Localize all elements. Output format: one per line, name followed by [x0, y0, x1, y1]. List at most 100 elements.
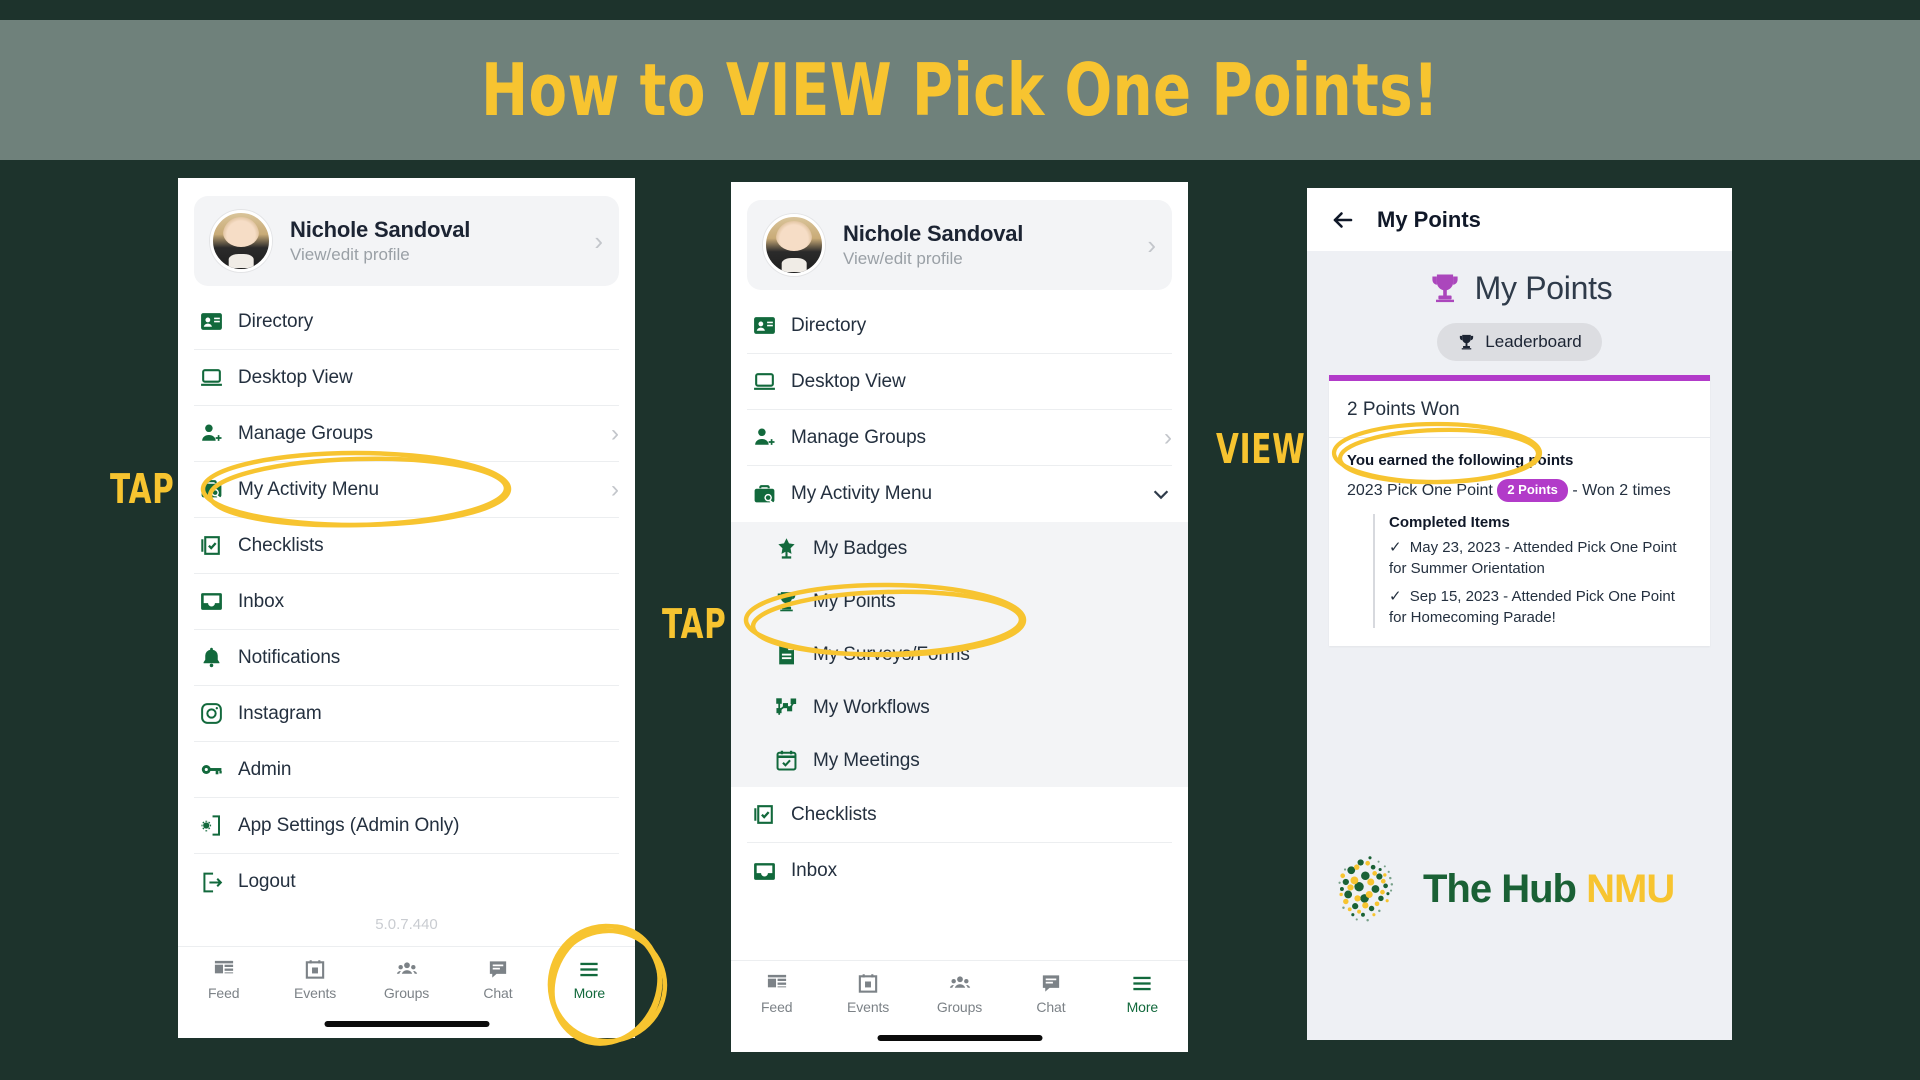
- profile-header[interactable]: Nichole Sandoval View/edit profile ›: [747, 200, 1172, 290]
- profile-header[interactable]: Nichole Sandoval View/edit profile ›: [194, 196, 619, 286]
- profile-text: Nichole Sandoval View/edit profile: [843, 221, 1129, 269]
- key-icon: [194, 756, 228, 784]
- back-arrow-icon[interactable]: [1329, 208, 1357, 232]
- menu-list-1: Directory Desktop View Manage Groups › M…: [178, 294, 635, 910]
- menu-item-label: App Settings (Admin Only): [238, 814, 460, 836]
- tab-feed[interactable]: Feed: [731, 971, 822, 1015]
- briefcase-search-icon: [194, 476, 228, 504]
- profile-text: Nichole Sandoval View/edit profile: [290, 217, 576, 265]
- chevron-right-icon: ›: [594, 226, 603, 256]
- checklist-icon: [194, 532, 228, 560]
- tab-label: Feed: [207, 985, 240, 1001]
- menu-item-logout[interactable]: Logout: [194, 854, 619, 910]
- annotation-tap-1: TAP: [110, 465, 175, 513]
- activity-submenu: My Badges My Points My Surveys/Forms My …: [731, 522, 1188, 787]
- points-won-value: 2 Points Won: [1329, 381, 1710, 438]
- menu-item-label: My Activity Menu: [791, 483, 932, 504]
- earned-points-title: You earned the following points: [1347, 452, 1574, 469]
- earned-points-line: 2023 Pick One Point 2 Points - Won 2 tim…: [1329, 469, 1710, 502]
- menu-item-label: Desktop View: [238, 366, 353, 388]
- menu-item-checklists[interactable]: Checklists: [194, 518, 619, 574]
- menu-item-checklists[interactable]: Checklists: [747, 787, 1172, 843]
- profile-name: Nichole Sandoval: [290, 217, 471, 242]
- instagram-icon: [194, 700, 228, 728]
- tab-more[interactable]: More: [1097, 971, 1188, 1015]
- avatar: [210, 210, 272, 272]
- menu-item-instagram[interactable]: Instagram: [194, 686, 619, 742]
- menu-item-label: Manage Groups: [238, 422, 373, 444]
- submenu-item-label: My Meetings: [813, 749, 920, 771]
- title-banner: How to VIEW Pick One Points!: [0, 20, 1920, 160]
- leaderboard-button[interactable]: Leaderboard: [1437, 323, 1602, 361]
- submenu-item-my-meetings[interactable]: My Meetings: [769, 734, 1172, 787]
- menu-item-label: Desktop View: [791, 370, 906, 392]
- groups-icon: [393, 957, 420, 981]
- completed-item-text: Sep 15, 2023 - Attended Pick One Point f…: [1389, 587, 1675, 627]
- submenu-item-my-points[interactable]: My Points: [769, 575, 1172, 628]
- menu-item-label: Inbox: [238, 590, 284, 612]
- menu-item-notifications[interactable]: Notifications: [194, 630, 619, 686]
- menu-item-admin[interactable]: Admin: [194, 742, 619, 798]
- menu-item-manage-groups[interactable]: Manage Groups ›: [194, 406, 619, 462]
- menu-item-inbox[interactable]: Inbox: [747, 843, 1172, 899]
- menu-item-directory[interactable]: Directory: [194, 294, 619, 350]
- menu-item-label: Logout: [238, 871, 296, 892]
- hub-nmu-logo: The Hub NMU: [1331, 850, 1675, 928]
- menu-item-my-activity-menu[interactable]: My Activity Menu ›: [194, 462, 619, 518]
- tab-label: Feed: [760, 999, 793, 1015]
- workflow-icon: [769, 694, 803, 722]
- menu-item-directory[interactable]: Directory: [747, 298, 1172, 354]
- completed-item: ✓ May 23, 2023 - Attended Pick One Point…: [1389, 537, 1692, 580]
- menu-item-inbox[interactable]: Inbox: [194, 574, 619, 630]
- tab-groups[interactable]: Groups: [361, 957, 452, 1001]
- logo-nmu: NMU: [1586, 866, 1675, 911]
- phone-panel-3: My Points My Points Leaderboard 2 Points…: [1307, 188, 1732, 1040]
- menu-item-label: Directory: [791, 314, 867, 336]
- menu-item-desktop-view[interactable]: Desktop View: [194, 350, 619, 406]
- screenshot-root: How to VIEW Pick One Points! Nichole San…: [0, 0, 1920, 1080]
- completed-items-section: Completed Items ✓ May 23, 2023 - Attende…: [1373, 514, 1692, 629]
- menu-item-label: Admin: [238, 758, 292, 780]
- menu-item-desktop-view[interactable]: Desktop View: [747, 354, 1172, 410]
- tab-label: Chat: [483, 985, 513, 1001]
- tab-events[interactable]: Events: [269, 957, 360, 1001]
- bell-icon: [194, 644, 228, 672]
- chevron-right-icon: ›: [611, 419, 619, 447]
- person-add-icon: [747, 424, 781, 452]
- earned-prefix: 2023 Pick One Point: [1347, 482, 1493, 499]
- tab-feed[interactable]: Feed: [178, 957, 269, 1001]
- bottom-tab-bar-2: Feed Events Groups Chat More: [731, 960, 1188, 1052]
- submenu-item-label: My Surveys/Forms: [813, 643, 970, 665]
- calendar-icon: [855, 971, 882, 995]
- submenu-item-my-badges[interactable]: My Badges: [769, 522, 1172, 575]
- leaderboard-label: Leaderboard: [1485, 332, 1582, 351]
- chevron-down-icon[interactable]: [1150, 483, 1172, 505]
- profile-subtitle: View/edit profile: [290, 245, 410, 264]
- tab-label: Groups: [936, 999, 983, 1015]
- menu-item-my-activity-menu[interactable]: My Activity Menu: [747, 466, 1172, 522]
- calendar-check-icon: [769, 747, 803, 775]
- document-lines-icon: [769, 641, 803, 669]
- checklist-icon: [747, 801, 781, 829]
- tab-chat[interactable]: Chat: [452, 957, 543, 1001]
- chat-icon: [1037, 971, 1064, 995]
- app-version: 5.0.7.440: [375, 916, 438, 932]
- my-points-heading: My Points: [1307, 269, 1732, 307]
- menu-item-app-settings[interactable]: App Settings (Admin Only): [194, 798, 619, 854]
- submenu-item-label: My Badges: [813, 537, 908, 559]
- menu-list-2: Directory Desktop View Manage Groups › M…: [731, 298, 1188, 899]
- tab-events[interactable]: Events: [822, 971, 913, 1015]
- groups-icon: [946, 971, 973, 995]
- tab-groups[interactable]: Groups: [914, 971, 1005, 1015]
- tab-chat[interactable]: Chat: [1005, 971, 1096, 1015]
- menu-item-label: My Activity Menu: [238, 478, 379, 500]
- annotation-tap-2: TAP: [662, 600, 727, 648]
- earned-suffix: - Won 2 times: [1572, 482, 1671, 499]
- submenu-item-my-surveys-forms[interactable]: My Surveys/Forms: [769, 628, 1172, 681]
- trophy-icon: [1427, 269, 1463, 307]
- tab-label: Events: [294, 985, 337, 1001]
- menu-item-label: Instagram: [238, 702, 322, 724]
- menu-item-manage-groups[interactable]: Manage Groups ›: [747, 410, 1172, 466]
- tab-more[interactable]: More: [544, 957, 635, 1001]
- submenu-item-my-workflows[interactable]: My Workflows: [769, 681, 1172, 734]
